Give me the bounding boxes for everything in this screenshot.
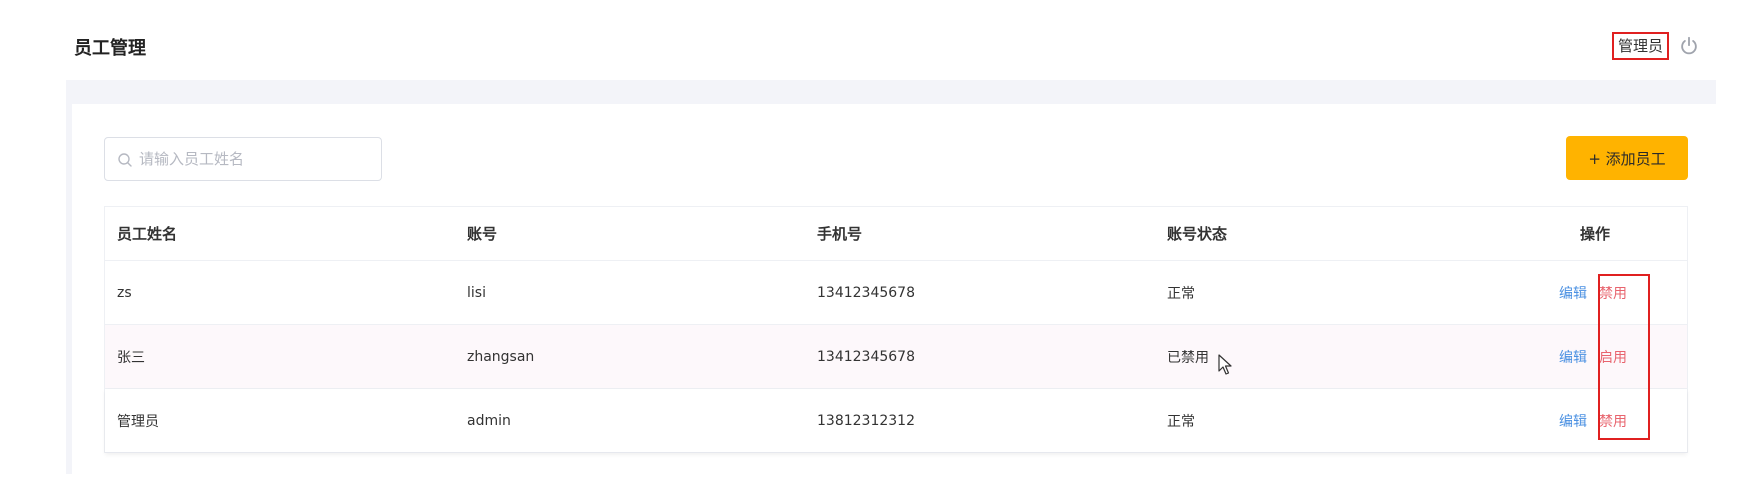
- table-row: 管理员 admin 13812312312 正常 编辑 禁用: [105, 389, 1687, 453]
- cell-phone: 13412345678: [817, 348, 915, 365]
- add-employee-button[interactable]: + 添加员工: [1566, 136, 1688, 180]
- column-header-status: 账号状态: [1167, 225, 1228, 243]
- column-header-account: 账号: [467, 225, 498, 243]
- cell-name: 张三: [117, 349, 145, 366]
- search-input[interactable]: [139, 138, 375, 180]
- edit-link[interactable]: 编辑: [1559, 283, 1587, 303]
- cell-name: 管理员: [117, 413, 159, 430]
- row-actions: 编辑 禁用: [1559, 389, 1627, 452]
- disable-link[interactable]: 禁用: [1599, 411, 1627, 431]
- column-header-phone: 手机号: [817, 225, 863, 243]
- cell-account: zhangsan: [467, 348, 535, 365]
- table-row: zs lisi 13412345678 正常 编辑 禁用: [105, 261, 1687, 325]
- disable-link[interactable]: 禁用: [1599, 283, 1627, 303]
- table-row: 张三 zhangsan 13412345678 已禁用 编辑 启用: [105, 325, 1687, 389]
- enable-link[interactable]: 启用: [1599, 347, 1627, 367]
- row-actions: 编辑 启用: [1559, 325, 1627, 388]
- column-header-name: 员工姓名: [117, 225, 178, 243]
- cell-phone: 13812312312: [817, 412, 915, 429]
- edit-link[interactable]: 编辑: [1559, 411, 1587, 431]
- top-bar: 员工管理 管理员: [0, 0, 1760, 84]
- employee-table: 员工姓名 账号 手机号 账号状态 操作 zs lisi 13412345678 …: [104, 206, 1688, 453]
- cell-phone: 13412345678: [817, 284, 915, 301]
- search-box[interactable]: [104, 137, 382, 181]
- page-title: 员工管理: [74, 38, 146, 59]
- power-icon[interactable]: [1678, 35, 1700, 57]
- edit-link[interactable]: 编辑: [1559, 347, 1587, 367]
- cell-account: admin: [467, 412, 511, 429]
- column-header-actions: 操作: [1579, 225, 1610, 243]
- user-name[interactable]: 管理员: [1612, 32, 1670, 60]
- table-header: 员工姓名 账号 手机号 账号状态 操作: [105, 207, 1687, 261]
- cell-account: lisi: [467, 284, 486, 301]
- search-icon: [118, 153, 132, 167]
- cell-status: 正常: [1167, 285, 1195, 302]
- content-top-band: [66, 80, 1716, 104]
- cell-status: 正常: [1167, 413, 1195, 430]
- mouse-cursor-icon: [1218, 354, 1232, 375]
- row-actions: 编辑 禁用: [1559, 261, 1627, 324]
- cell-status: 已禁用: [1167, 349, 1209, 366]
- cell-name: zs: [117, 284, 132, 301]
